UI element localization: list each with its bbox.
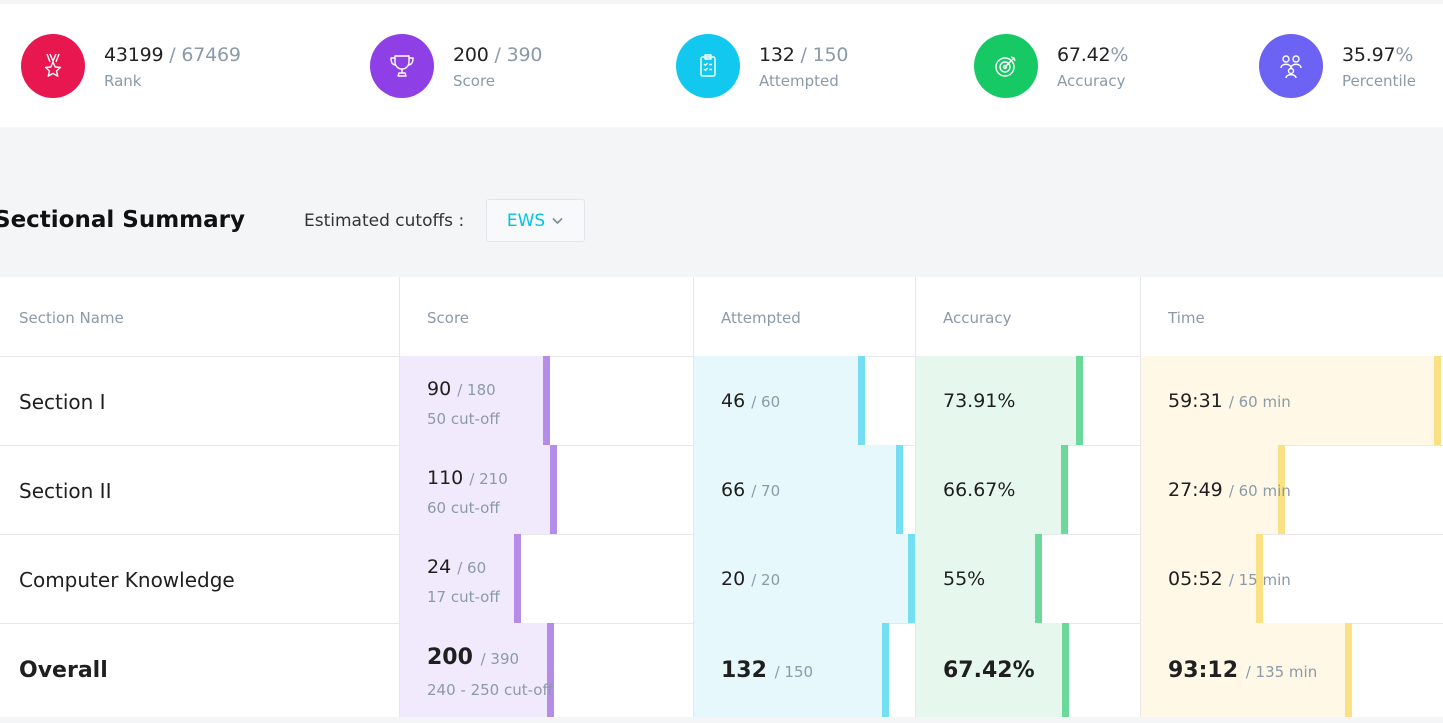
accuracy-cell: 67.42% [916,623,1140,717]
accuracy-cell: 66.67% [916,445,1140,534]
cutoff-label: Estimated cutoffs : [304,211,465,231]
checklist-icon [676,34,740,98]
people-icon [1259,34,1323,98]
attempted-label: Attempted [759,72,839,90]
attempted-value: 46 / 60 [721,390,781,412]
score-cutoff: 17 cut-off [427,588,500,606]
attempted-value: 132 / 150 [721,658,814,683]
accuracy-bar [1035,534,1042,623]
col-header-score: Score [427,309,470,327]
accuracy-value: 73.91% [943,390,1016,412]
attempted-bar [908,534,915,623]
accuracy-value: 67.42% [1057,44,1129,66]
time-value: 05:52 / 15 min [1168,568,1291,590]
percentile-label: Percentile [1342,72,1417,90]
attempted-bar [882,623,889,717]
accuracy-value: 55% [943,568,986,590]
stats-bar: 43199 / 67469 Rank 200 / 390 Score 132 /… [0,4,1443,127]
score-cell: 200 / 390 240 - 250 cut-off [400,623,693,717]
time-value: 27:49 / 60 min [1168,479,1291,501]
time-cell: 93:12 / 135 min [1141,623,1443,717]
accuracy-value: 67.42% [943,658,1035,683]
table-row: Section I 90 / 180 50 cut-off 46 / 60 73… [0,356,1443,446]
section-name: Overall [19,658,108,683]
attempted-value: 66 / 70 [721,479,781,501]
score-bar [547,623,554,717]
attempted-value: 20 / 20 [721,568,781,590]
score-value: 200 / 390 [427,645,520,670]
score-cutoff: 240 - 250 cut-off [427,681,553,699]
score-bar [514,534,521,623]
section-name: Computer Knowledge [19,568,235,592]
score-fill [400,445,550,534]
attempted-cell: 46 / 60 [694,356,915,445]
score-value: 90 / 180 [427,378,496,400]
score-fill [400,623,547,717]
attempted-bar [858,356,865,445]
score-cell: 24 / 60 17 cut-off [400,534,693,623]
time-cell: 05:52 / 15 min [1141,534,1443,623]
column-divider [1140,277,1141,717]
score-bar [543,356,550,445]
score-cell: 90 / 180 50 cut-off [400,356,693,445]
trophy-icon [370,34,434,98]
table-row-overall: Overall 200 / 390 240 - 250 cut-off 132 … [0,623,1443,717]
time-cell: 59:31 / 60 min [1141,356,1443,445]
accuracy-bar [1061,445,1068,534]
section-title: Sectional Summary [0,207,245,233]
col-header-attempted: Attempted [721,309,801,327]
score-value: 110 / 210 [427,467,508,489]
accuracy-value: 66.67% [943,479,1016,501]
section-name: Section II [19,479,112,503]
score-cutoff: 50 cut-off [427,410,500,428]
column-divider [915,277,916,717]
accuracy-bar [1076,356,1083,445]
rank-value: 43199 / 67469 [104,44,241,66]
accuracy-label: Accuracy [1057,72,1126,90]
sectional-summary-table: Section Name Score Attempted Accuracy Ti… [0,277,1443,717]
score-cell: 110 / 210 60 cut-off [400,445,693,534]
accuracy-bar [1062,623,1069,717]
accuracy-cell: 73.91% [916,356,1140,445]
score-fill [400,356,543,445]
col-header-accuracy: Accuracy [943,309,1012,327]
score-bar [550,445,557,534]
time-value: 59:31 / 60 min [1168,390,1291,412]
column-divider [399,277,400,717]
attempted-cell: 20 / 20 [694,534,915,623]
score-label: Score [453,72,496,90]
time-bar [1434,356,1441,445]
accuracy-cell: 55% [916,534,1140,623]
col-header-section-name: Section Name [19,309,124,327]
score-fill [400,534,514,623]
table-row: Computer Knowledge 24 / 60 17 cut-off 20… [0,534,1443,624]
score-value: 200 / 390 [453,44,543,66]
percentile-value: 35.97% [1342,44,1414,66]
table-header: Section Name Score Attempted Accuracy Ti… [0,277,1443,357]
medal-star-icon [21,34,85,98]
time-value: 93:12 / 135 min [1168,658,1318,683]
attempted-bar [896,445,903,534]
chevron-down-icon [552,217,563,225]
attempted-cell: 66 / 70 [694,445,915,534]
time-cell: 27:49 / 60 min [1141,445,1443,534]
attempted-cell: 132 / 150 [694,623,915,717]
score-cutoff: 60 cut-off [427,499,500,517]
time-bar [1345,623,1352,717]
cutoff-category-dropdown[interactable]: EWS [486,199,585,242]
cutoff-selected-value: EWS [506,210,546,231]
attempted-value: 132 / 150 [759,44,849,66]
col-header-time: Time [1168,309,1205,327]
section-name: Section I [19,390,106,414]
column-divider [693,277,694,717]
rank-label: Rank [104,72,142,90]
score-value: 24 / 60 [427,556,487,578]
target-icon [974,34,1038,98]
table-row: Section II 110 / 210 60 cut-off 66 / 70 … [0,445,1443,535]
